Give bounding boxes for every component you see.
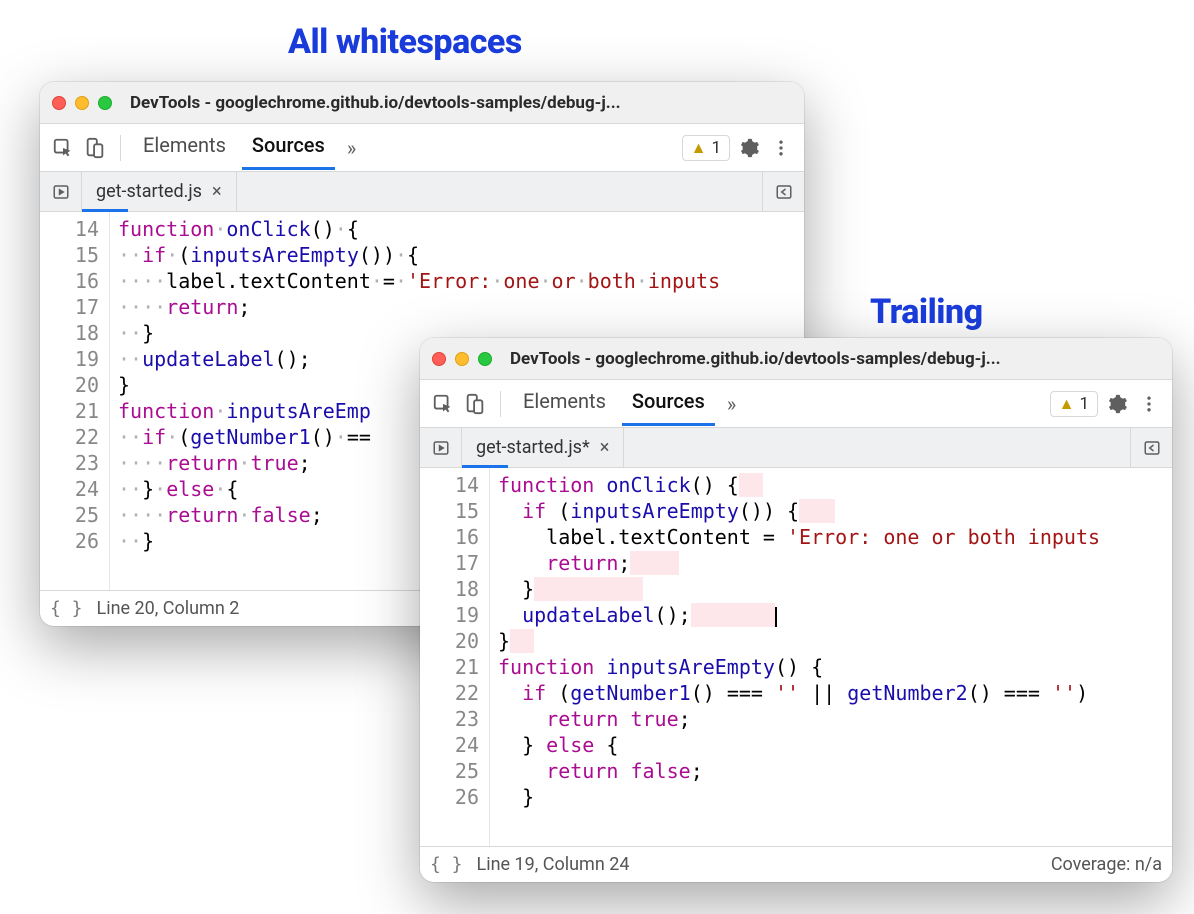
annotation-all-whitespaces: All whitespaces (288, 22, 522, 62)
inspect-icon[interactable] (50, 135, 76, 161)
warning-badge[interactable]: ▲ 1 (1050, 391, 1098, 417)
traffic-lights (52, 96, 112, 110)
coverage-status: Coverage: n/a (1051, 854, 1162, 875)
annotation-trailing: Trailing (870, 292, 983, 332)
close-window-button[interactable] (52, 96, 66, 110)
devtools-window-trailing: DevTools - googlechrome.github.io/devtoo… (420, 338, 1172, 882)
editor-tabbar: get-started.js* × (420, 428, 1172, 468)
device-toggle-icon[interactable] (462, 391, 488, 417)
device-toggle-icon[interactable] (82, 135, 108, 161)
inspect-icon[interactable] (430, 391, 456, 417)
gear-icon[interactable] (736, 135, 762, 161)
warning-count: 1 (1079, 394, 1089, 414)
show-navigator-icon[interactable] (420, 428, 462, 467)
close-window-button[interactable] (432, 352, 446, 366)
editor-tabbar: get-started.js × (40, 172, 804, 212)
devtools-toolbar: Elements Sources » ▲ 1 (420, 380, 1172, 428)
close-icon[interactable]: × (212, 181, 222, 202)
tab-elements[interactable]: Elements (513, 381, 616, 426)
more-tabs-icon[interactable]: » (341, 136, 362, 160)
window-title: DevTools - googlechrome.github.io/devtoo… (510, 349, 1160, 369)
gear-icon[interactable] (1104, 391, 1130, 417)
status-bar: { } Line 19, Column 24 Coverage: n/a (420, 846, 1172, 882)
minimize-window-button[interactable] (75, 96, 89, 110)
minimize-window-button[interactable] (455, 352, 469, 366)
pretty-print-icon[interactable]: { } (50, 598, 83, 619)
line-gutter: 14 15 16 17 18 19 20 21 22 23 24 25 26 (40, 212, 110, 590)
file-tab-get-started[interactable]: get-started.js* × (462, 428, 624, 467)
maximize-window-button[interactable] (98, 96, 112, 110)
devtools-toolbar: Elements Sources » ▲ 1 (40, 124, 804, 172)
code-content: function onClick() { if (inputsAreEmpty(… (490, 468, 1100, 846)
show-debugger-icon[interactable] (762, 172, 804, 211)
close-icon[interactable]: × (600, 437, 610, 458)
maximize-window-button[interactable] (478, 352, 492, 366)
window-titlebar: DevTools - googlechrome.github.io/devtoo… (40, 82, 804, 124)
traffic-lights (432, 352, 492, 366)
tab-sources[interactable]: Sources (622, 381, 715, 426)
window-title: DevTools - googlechrome.github.io/devtoo… (130, 93, 792, 113)
cursor-position: Line 19, Column 24 (477, 854, 630, 875)
kebab-menu-icon[interactable] (768, 135, 794, 161)
warning-count: 1 (711, 138, 721, 158)
line-gutter: 14 15 16 17 18 19 20 21 22 23 24 25 26 (420, 468, 490, 846)
file-tab-get-started[interactable]: get-started.js × (82, 172, 237, 211)
tab-elements[interactable]: Elements (133, 125, 236, 170)
window-titlebar: DevTools - googlechrome.github.io/devtoo… (420, 338, 1172, 380)
warning-icon: ▲ (691, 138, 707, 158)
kebab-menu-icon[interactable] (1136, 391, 1162, 417)
pretty-print-icon[interactable]: { } (430, 854, 463, 875)
more-tabs-icon[interactable]: » (721, 392, 742, 416)
toolbar-divider (500, 391, 501, 417)
code-editor[interactable]: 14 15 16 17 18 19 20 21 22 23 24 25 26 f… (420, 468, 1172, 846)
file-tab-label: get-started.js (96, 181, 202, 202)
warning-icon: ▲ (1059, 394, 1075, 414)
show-debugger-icon[interactable] (1130, 428, 1172, 467)
cursor-position: Line 20, Column 2 (97, 598, 240, 619)
tab-sources[interactable]: Sources (242, 125, 335, 170)
file-tab-label: get-started.js* (476, 437, 590, 458)
show-navigator-icon[interactable] (40, 172, 82, 211)
warning-badge[interactable]: ▲ 1 (682, 135, 730, 161)
toolbar-divider (120, 135, 121, 161)
